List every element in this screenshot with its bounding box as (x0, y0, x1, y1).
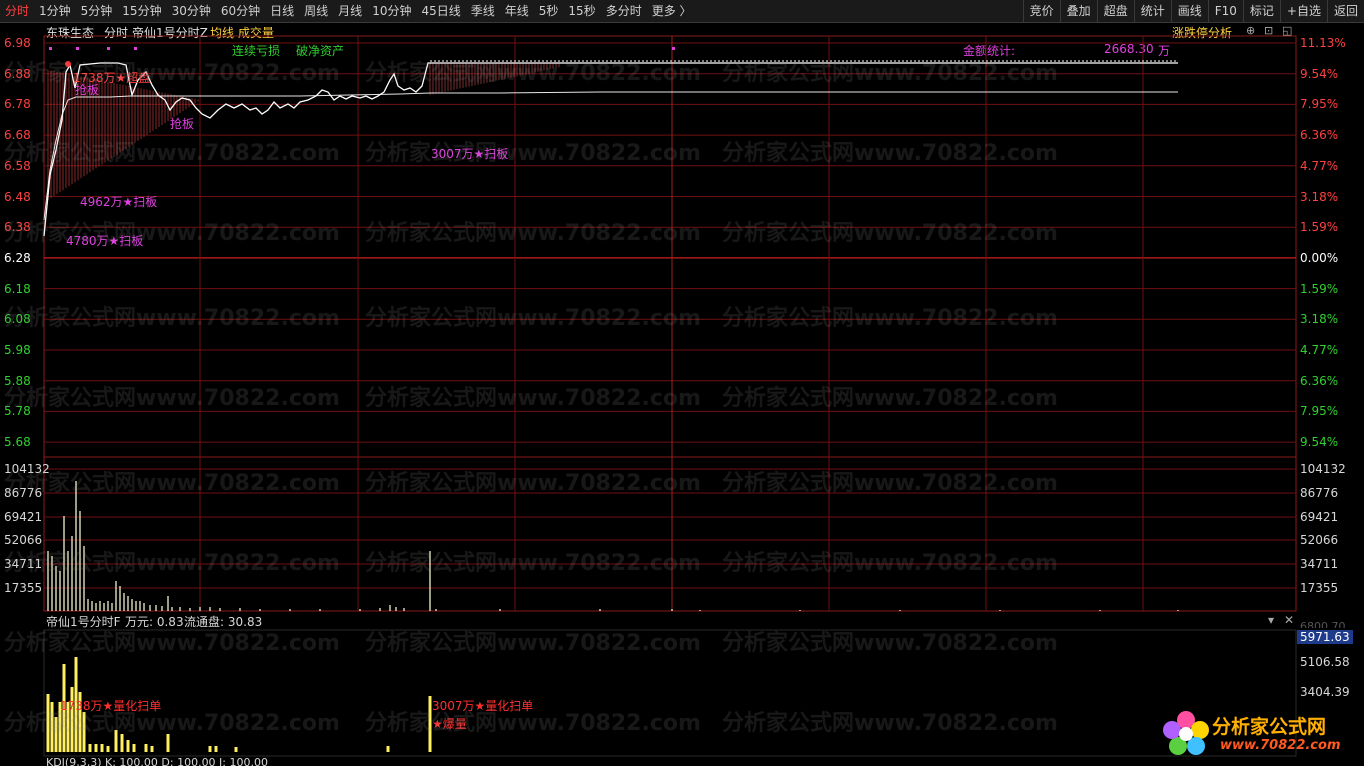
logo-url: www.70822.com (1220, 738, 1341, 753)
price-tick: 6.78 (4, 97, 31, 112)
sub-volume-bar (88, 744, 92, 752)
volume-tick: 17355 (4, 581, 43, 595)
annotation-grab-2: 抢板 (170, 117, 195, 131)
percent-tick: 0.00% (1300, 250, 1339, 265)
sub-volume-bar (46, 694, 50, 752)
percent-tick: 6.36% (1300, 128, 1339, 143)
price-tick: 6.08 (4, 312, 31, 327)
sub-axis-low: 3404.39 (1300, 685, 1350, 699)
sub-volume-bar (234, 747, 238, 752)
sub-volume-bar (82, 712, 86, 752)
sub-axis-current: 5971.63 (1297, 630, 1353, 644)
percent-tick: 4.77% (1300, 158, 1339, 173)
percent-tick: 9.54% (1300, 435, 1339, 450)
chart-frame (43, 35, 1297, 612)
sub-volume-bar (386, 746, 390, 752)
marker-dot (134, 47, 137, 50)
volume-tick-right: 104132 (1300, 462, 1346, 476)
percent-tick: 7.95% (1300, 97, 1339, 112)
percent-tick: 3.18% (1300, 312, 1339, 327)
annotation-sweep-4780: 4780万★扫板 (66, 234, 144, 248)
sub-panel-header: 帝仙1号分时F 万元: 0.83 流通盘: 30.83 ▾ ✕ (0, 612, 1296, 630)
percent-tick: 9.54% (1300, 66, 1339, 81)
sub-panel-title[interactable]: 帝仙1号分时F (46, 613, 121, 630)
volume-tick: 34711 (4, 557, 43, 571)
volume-tick-right: 52066 (1300, 533, 1339, 547)
price-line (43, 62, 1178, 237)
price-tick: 5.68 (4, 435, 31, 450)
percent-tick: 3.18% (1300, 189, 1339, 204)
average-line (43, 91, 1178, 221)
wan-yuan-value: 万元: 0.83 (125, 615, 184, 629)
signal-dot (65, 61, 71, 67)
percent-tick: 1.59% (1300, 220, 1339, 235)
sub-volume-bar (106, 746, 110, 752)
sub-annotation-burst: ★爆量 (432, 717, 467, 731)
percent-tick: 1.59% (1300, 281, 1339, 296)
sub-panel-frame (43, 629, 1297, 757)
sub-volume-bar (94, 744, 98, 752)
price-tick: 6.88 (4, 66, 31, 81)
sub-volume-bar (100, 744, 104, 752)
marker-dot (76, 47, 79, 50)
volume-tick: 69421 (4, 510, 43, 524)
volume-tick-right: 34711 (1300, 557, 1339, 571)
percent-tick: 7.95% (1300, 404, 1339, 419)
percent-tick: 6.36% (1300, 373, 1339, 388)
price-tick: 6.68 (4, 128, 31, 143)
annotation-sweep-3007: 3007万★扫板 (431, 147, 509, 161)
sub-volume-bar (144, 744, 148, 752)
sub-volume-bar (114, 730, 118, 752)
price-tick: 6.18 (4, 281, 31, 296)
marker-dot (49, 47, 52, 50)
dropdown-icon[interactable]: ▾ (1268, 613, 1274, 627)
marker-dot (107, 47, 110, 50)
sub-volume-bar (150, 746, 154, 752)
sub-volume-bar (126, 740, 130, 752)
volume-tick: 52066 (4, 533, 43, 547)
close-icon[interactable]: ✕ (1284, 613, 1294, 627)
annotation-sweep-4962: 4962万★扫板 (80, 195, 158, 209)
sub-volume-bar (54, 717, 58, 752)
price-tick: 5.78 (4, 404, 31, 419)
sub-volume-bar (132, 744, 136, 752)
intraday-chart[interactable] (0, 0, 1364, 766)
sub-volume-bar (208, 746, 212, 752)
brand-logo: 分析家公式网 www.70822.com (1158, 706, 1358, 762)
marker-dot (672, 47, 675, 50)
sub-annotation-1738: 1738万★量化扫单 (60, 699, 162, 713)
percent-tick: 4.77% (1300, 343, 1339, 357)
sub-axis-clipped: 6800.70 (1300, 620, 1346, 628)
sub-volume-bar (50, 702, 54, 752)
float-share-value: 流通盘: 30.83 (184, 615, 263, 629)
price-tick: 6.48 (4, 189, 31, 204)
price-tick: 6.98 (4, 36, 31, 50)
flower-logo-icon (1163, 711, 1209, 755)
kdj-header: KDJ(9,3,3) K: 100.00 D: 100.00 J: 100.00 (46, 756, 268, 766)
volume-tick-right: 17355 (1300, 581, 1339, 595)
sub-volume-bar (120, 734, 124, 752)
price-tick: 6.38 (4, 220, 31, 235)
sub-volume-bar (166, 734, 170, 752)
price-tick: 6.28 (4, 250, 31, 265)
price-tick: 5.88 (4, 373, 31, 388)
price-tick: 5.98 (4, 343, 31, 357)
sub-axis-mid: 5106.58 (1300, 655, 1350, 669)
price-tick: 6.58 (4, 158, 31, 173)
logo-name: 分析家公式网 (1212, 716, 1327, 738)
volume-tick-right: 69421 (1300, 510, 1339, 524)
percent-tick: 11.13% (1300, 36, 1346, 50)
volume-tick: 86776 (4, 486, 43, 500)
volume-tick-right: 86776 (1300, 486, 1339, 500)
volume-tick: 104132 (4, 462, 50, 476)
sub-annotation-3007: 3007万★量化扫单 (432, 699, 534, 713)
sub-volume-bar (214, 746, 218, 752)
annotation-grab-1: 抢板 (75, 83, 100, 97)
